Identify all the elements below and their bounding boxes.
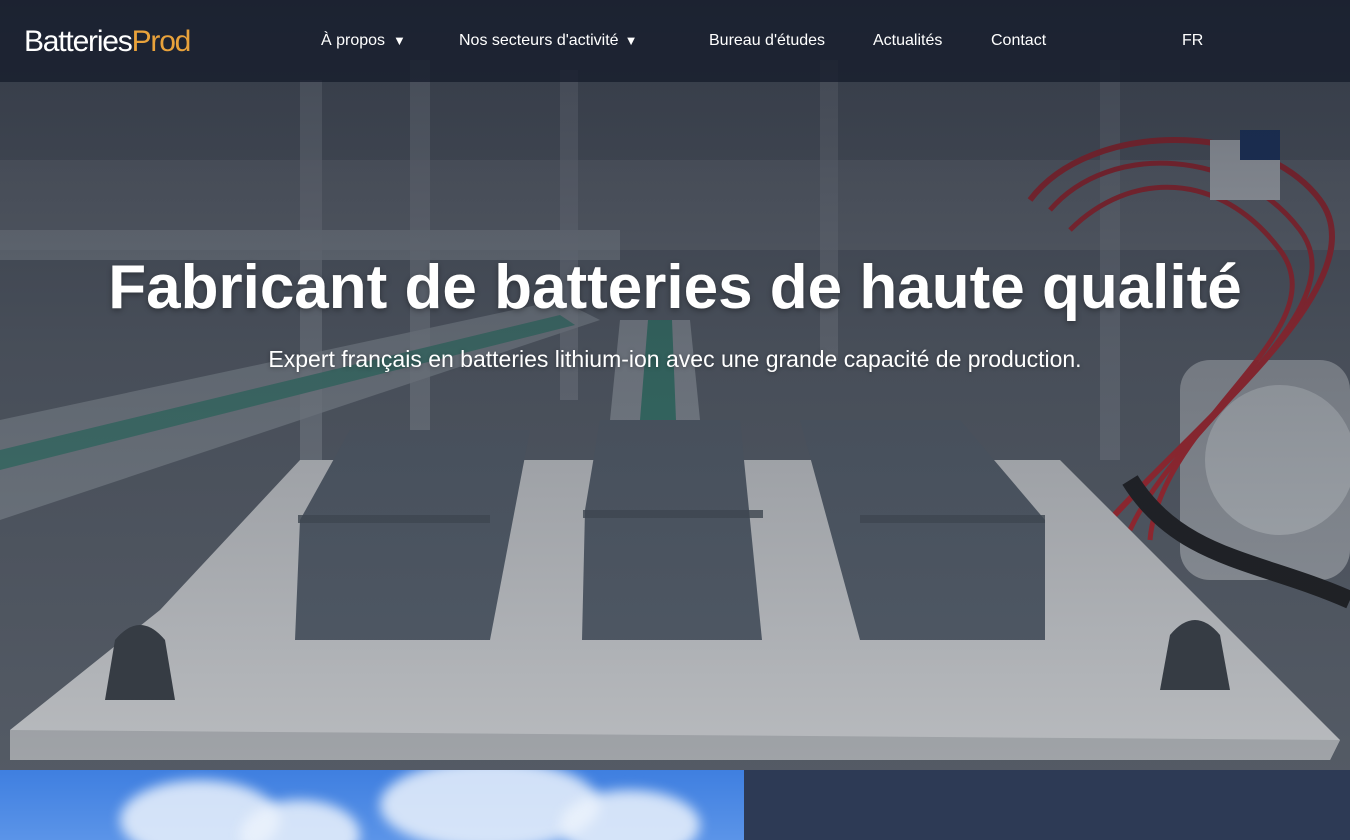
nav-item-actualites[interactable]: Actualités [873,30,942,52]
hero-section: Fabricant de batteries de haute qualité … [0,0,1350,770]
nav-item-a-propos[interactable]: À propos ▼ [321,30,406,52]
nav-item-contact[interactable]: Contact [991,30,1046,52]
caret-down-icon: ▼ [624,33,638,48]
nav-item-label: À propos [321,32,386,49]
language-switcher[interactable]: FR [1182,30,1203,52]
nav-item-label: Contact [991,32,1047,49]
section-preview-right [744,770,1350,840]
caret-down-icon: ▼ [393,33,406,48]
nav-item-label: Bureau d'études [709,32,826,49]
hero-subtitle: Expert français en batteries lithium-ion… [268,346,1082,372]
hero-title: Fabricant de batteries de haute qualité [108,253,1242,322]
brand-logo[interactable]: BatteriesProd [24,24,192,60]
hero-overlay [0,0,1350,770]
nav-item-secteurs[interactable]: Nos secteurs d'activité ▼ [459,30,637,52]
brand-name-part2: Prod [131,25,192,58]
nav-item-label: Actualités [873,32,943,49]
nav-item-bureau-etudes[interactable]: Bureau d'études [709,30,825,52]
nav-item-label: Nos secteurs d'activité [459,32,619,49]
navbar: BatteriesProd À propos ▼ Nos secteurs d'a… [0,0,1350,82]
page: Fabricant de batteries de haute qualité … [0,0,1350,840]
brand-name-part1: Batteries [24,25,133,58]
section-preview-left [0,770,744,840]
